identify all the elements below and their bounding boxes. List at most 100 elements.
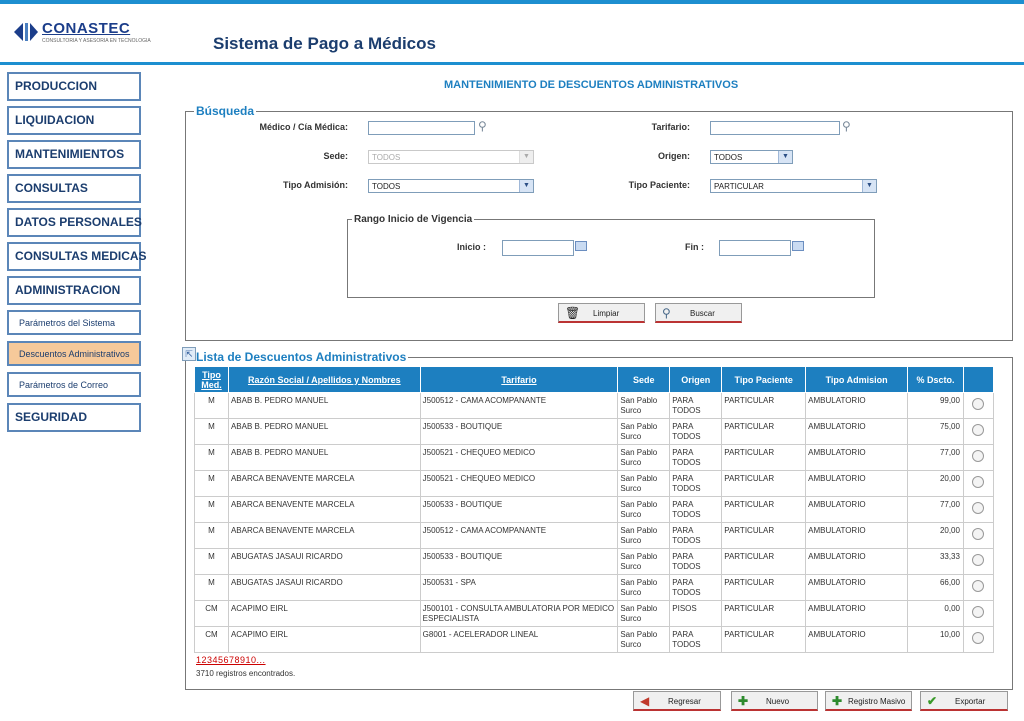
cell-paciente: PARTICULAR	[721, 418, 807, 445]
cell-tipo: M	[194, 522, 229, 549]
cell-tipo: M	[194, 574, 229, 601]
tipo-paciente-select[interactable]: PARTICULAR ▼	[710, 179, 877, 193]
view-detail-icon[interactable]	[972, 476, 985, 488]
table-row: M ABAB B. PEDRO MANUEL J500533 - BOUTIQUE S…	[194, 418, 995, 445]
column-header-tarifario[interactable]: Tarifario	[419, 366, 619, 393]
sidebar-item-consultas[interactable]: CONSULTAS	[7, 174, 141, 203]
regresar-button[interactable]: ◀ Regresar	[633, 691, 721, 711]
column-header-tipo-med[interactable]: Tipo Med.	[194, 366, 229, 393]
cell-action	[962, 600, 995, 627]
column-header-sede: Sede	[617, 366, 671, 393]
cell-paciente: PARTICULAR	[721, 392, 807, 419]
column-header-actions	[962, 366, 995, 393]
cell-action	[962, 548, 995, 575]
cell-tarifario: J500533 - BOUTIQUE	[419, 548, 619, 575]
sidebar-subitem-descuentos-administrativos[interactable]: Descuentos Administrativos	[7, 341, 141, 366]
cell-origen: PISOS	[669, 600, 723, 627]
origen-select[interactable]: TODOS ▼	[710, 150, 793, 164]
tarifario-search-icon[interactable]: ⚲	[842, 119, 856, 133]
sidebar-item-consultas-medicas[interactable]: CONSULTAS MEDICAS	[7, 242, 147, 271]
sidebar-item-seguridad[interactable]: SEGURIDAD	[7, 403, 141, 432]
table-row: M ABAB B. PEDRO MANUEL J500521 - CHEQUEO M…	[194, 444, 995, 471]
cell-admision: AMBULATORIO	[805, 574, 909, 601]
buscar-button[interactable]: ⚲ Buscar	[655, 303, 742, 323]
sidebar-item-administracion[interactable]: ADMINISTRACION	[7, 276, 141, 305]
tipo-admision-select[interactable]: TODOS ▼	[368, 179, 534, 193]
inicio-date-input[interactable]	[502, 240, 574, 256]
view-detail-icon[interactable]	[972, 632, 985, 644]
bulk-add-icon: ✚	[832, 694, 843, 708]
cell-paciente: PARTICULAR	[721, 496, 807, 523]
nuevo-button[interactable]: ✚ Nuevo	[731, 691, 818, 711]
cell-tarifario: J500101 - CONSULTA AMBULATORIA POR MEDIC…	[419, 600, 619, 627]
tarifario-input[interactable]	[710, 121, 840, 135]
sidebar-item-mantenimientos[interactable]: MANTENIMIENTOS	[7, 140, 141, 169]
search-icon: ⚲	[662, 306, 671, 320]
view-detail-icon[interactable]	[972, 398, 985, 410]
table-row: M ABARCA BENAVENTE MARCELA J500533 - BOUTI…	[194, 496, 995, 523]
cell-tipo: M	[194, 444, 229, 471]
results-table: Tipo Med. Razón Social / Apellidos y Nom…	[194, 366, 995, 653]
sidebar-subitem-parametros-correo[interactable]: Parámetros de Correo	[7, 372, 141, 397]
medico-input[interactable]	[368, 121, 475, 135]
cell-action	[962, 444, 995, 471]
column-header-razon-social[interactable]: Razón Social / Apellidos y Nombres	[227, 366, 421, 393]
cell-action	[962, 418, 995, 445]
view-detail-icon[interactable]	[972, 502, 985, 514]
registro-masivo-button[interactable]: ✚ Registro Masivo	[825, 691, 912, 711]
chevron-down-icon: ▼	[519, 180, 533, 192]
pagination-links[interactable]: 12345678910...	[196, 655, 266, 665]
limpiar-button[interactable]: 🗑 Limpiar	[558, 303, 645, 323]
exportar-button[interactable]: ✔ Exportar	[920, 691, 1008, 711]
view-detail-icon[interactable]	[972, 606, 985, 618]
origen-selected-value: TODOS	[714, 153, 743, 162]
cell-dscto: 33,33	[907, 548, 964, 575]
view-detail-icon[interactable]	[972, 528, 985, 540]
medico-search-icon[interactable]: ⚲	[478, 119, 492, 133]
vigencia-range-legend: Rango Inicio de Vigencia	[354, 214, 473, 225]
sidebar-item-produccion[interactable]: PRODUCCION	[7, 72, 141, 101]
cell-sede: San Pablo Surco	[617, 418, 671, 445]
cell-tarifario: J500521 - CHEQUEO MEDICO	[419, 444, 619, 471]
cell-sede: San Pablo Surco	[617, 392, 671, 419]
sidebar-subitem-parametros-sistema[interactable]: Parámetros del Sistema	[7, 310, 141, 335]
expand-icon[interactable]: ⇱	[182, 347, 196, 361]
view-detail-icon[interactable]	[972, 554, 985, 566]
table-row: CM ACAPIMO EIRL G8001 - ACELERADOR LINEAL S…	[194, 626, 995, 653]
regresar-label: Regresar	[668, 697, 701, 706]
cell-tipo: M	[194, 392, 229, 419]
cell-action	[962, 574, 995, 601]
cell-tipo: M	[194, 418, 229, 445]
tipo-admision-selected-value: TODOS	[372, 182, 401, 191]
cell-sede: San Pablo Surco	[617, 626, 671, 653]
cell-tipo: CM	[194, 626, 229, 653]
view-detail-icon[interactable]	[972, 450, 985, 462]
medico-label: Médico / Cía Médica:	[259, 122, 348, 132]
sidebar-item-liquidacion[interactable]: LIQUIDACION	[7, 106, 141, 135]
sidebar-item-datos-personales[interactable]: DATOS PERSONALES	[7, 208, 142, 237]
fin-label: Fin :	[685, 242, 704, 252]
cell-tarifario: J500533 - BOUTIQUE	[419, 418, 619, 445]
tarifario-label: Tarifario:	[651, 122, 690, 132]
sidebar-nav: PRODUCCION LIQUIDACION MANTENIMIENTOS CO…	[7, 72, 147, 437]
table-header-row: Tipo Med. Razón Social / Apellidos y Nom…	[194, 366, 995, 393]
arrow-left-icon: ◀	[640, 694, 650, 708]
calendar-icon[interactable]	[575, 241, 587, 251]
cell-dscto: 0,00	[907, 600, 964, 627]
cell-razon: ABARCA BENAVENTE MARCELA	[227, 470, 421, 497]
calendar-icon[interactable]	[792, 241, 804, 251]
app-title: Sistema de Pago a Médicos	[213, 34, 436, 53]
cell-origen: PARA TODOS	[669, 418, 723, 445]
buscar-label: Buscar	[690, 309, 715, 318]
chevron-down-icon: ▼	[862, 180, 876, 192]
view-detail-icon[interactable]	[972, 580, 985, 592]
nuevo-label: Nuevo	[766, 697, 790, 706]
sede-select[interactable]: TODOS ▼	[368, 150, 534, 164]
origen-label: Origen:	[657, 151, 690, 161]
cell-tipo: M	[194, 548, 229, 575]
table-row: M ABARCA BENAVENTE MARCELA J500512 - CAMA …	[194, 522, 995, 549]
view-detail-icon[interactable]	[972, 424, 985, 436]
cell-paciente: PARTICULAR	[721, 470, 807, 497]
fin-date-input[interactable]	[719, 240, 791, 256]
cell-admision: AMBULATORIO	[805, 600, 909, 627]
